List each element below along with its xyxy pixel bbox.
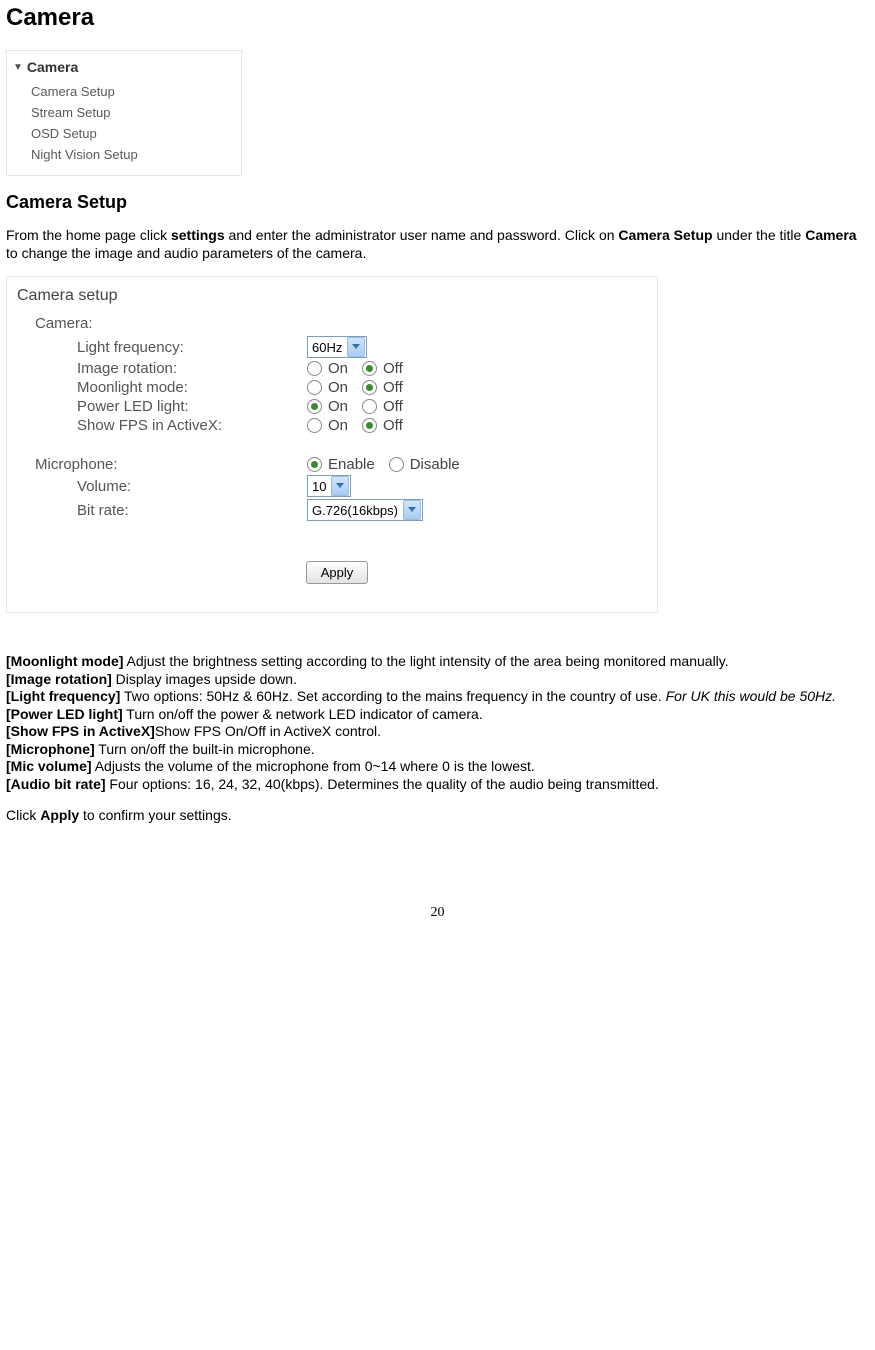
text-bold: [Mic volume]: [6, 758, 92, 774]
label-show-fps: Show FPS in ActiveX:: [17, 417, 307, 434]
triangle-down-icon: ▼: [13, 62, 23, 73]
dropdown-value: G.726(16kbps): [308, 503, 402, 518]
text-bold: [Show FPS in ActiveX]: [6, 723, 155, 739]
section-title: Camera Setup: [6, 192, 869, 213]
text-bold: Camera: [805, 227, 856, 243]
label-bitrate: Bit rate:: [17, 502, 307, 519]
radio-label: Off: [383, 398, 403, 415]
footer-text: Click Apply to confirm your settings.: [6, 807, 869, 825]
text: From the home page click: [6, 227, 171, 243]
radio-label: Off: [383, 360, 403, 377]
label-power-led: Power LED light:: [17, 398, 307, 415]
nav-item: Camera Setup: [13, 81, 241, 102]
text: Adjust the brightness setting according …: [123, 653, 728, 669]
radio-on[interactable]: [307, 418, 322, 433]
nav-item: Stream Setup: [13, 102, 241, 123]
label-moonlight: Moonlight mode:: [17, 379, 307, 396]
radio-off[interactable]: [362, 380, 377, 395]
dropdown-light-frequency[interactable]: 60Hz: [307, 336, 367, 358]
apply-button[interactable]: Apply: [306, 561, 369, 584]
text-bold: Camera Setup: [618, 227, 712, 243]
row-moonlight: Moonlight mode: On Off: [17, 379, 657, 396]
chevron-down-icon: [347, 337, 365, 357]
radio-disable[interactable]: [389, 457, 404, 472]
radio-off[interactable]: [362, 399, 377, 414]
row-power-led: Power LED light: On Off: [17, 398, 657, 415]
nav-header-label: Camera: [27, 59, 78, 75]
text-italic: For UK this would be 50Hz.: [666, 688, 836, 704]
text: to change the image and audio parameters…: [6, 245, 366, 261]
text: Show FPS On/Off in ActiveX control.: [155, 723, 381, 739]
page-number: 20: [6, 905, 869, 921]
row-show-fps: Show FPS in ActiveX: On Off: [17, 417, 657, 434]
chevron-down-icon: [403, 500, 421, 520]
description-block: [Moonlight mode] Adjust the brightness s…: [6, 653, 869, 793]
radio-on[interactable]: [307, 380, 322, 395]
text: Adjusts the volume of the microphone fro…: [92, 758, 535, 774]
dropdown-value: 10: [308, 479, 330, 494]
setup-title: Camera setup: [17, 287, 657, 305]
radio-on[interactable]: [307, 361, 322, 376]
page-title: Camera: [6, 4, 869, 32]
radio-label: Disable: [410, 456, 460, 473]
group-camera-label: Camera:: [35, 315, 657, 332]
chevron-down-icon: [331, 476, 349, 496]
label-volume: Volume:: [17, 478, 307, 495]
text-bold: [Power LED light]: [6, 706, 123, 722]
text: Two options: 50Hz & 60Hz. Set according …: [120, 688, 665, 704]
row-microphone: Microphone: Enable Disable: [17, 456, 657, 473]
radio-off[interactable]: [362, 418, 377, 433]
text: Display images upside down.: [112, 671, 297, 687]
radio-label: On: [328, 360, 348, 377]
intro-paragraph: From the home page click settings and en…: [6, 227, 869, 262]
row-volume: Volume: 10: [17, 475, 657, 497]
dropdown-bitrate[interactable]: G.726(16kbps): [307, 499, 423, 521]
camera-setup-screenshot: Camera setup Camera: Light frequency: 60…: [6, 276, 658, 613]
label-microphone: Microphone:: [17, 456, 307, 473]
radio-on[interactable]: [307, 399, 322, 414]
radio-off[interactable]: [362, 361, 377, 376]
row-bitrate: Bit rate: G.726(16kbps): [17, 499, 657, 521]
label-image-rotation: Image rotation:: [17, 360, 307, 377]
radio-label: On: [328, 398, 348, 415]
radio-label: On: [328, 417, 348, 434]
text-bold: [Light frequency]: [6, 688, 120, 704]
text-bold: [Audio bit rate]: [6, 776, 106, 792]
text: Turn on/off the power & network LED indi…: [123, 706, 483, 722]
text-bold: [Image rotation]: [6, 671, 112, 687]
text: Four options: 16, 24, 32, 40(kbps). Dete…: [106, 776, 659, 792]
row-image-rotation: Image rotation: On Off: [17, 360, 657, 377]
text-bold: [Microphone]: [6, 741, 95, 757]
nav-item: Night Vision Setup: [13, 144, 241, 165]
label-light-frequency: Light frequency:: [17, 339, 307, 356]
radio-label: On: [328, 379, 348, 396]
nav-menu-screenshot: ▼ Camera Camera Setup Stream Setup OSD S…: [6, 50, 242, 176]
text: Click: [6, 807, 40, 823]
text: to confirm your settings.: [79, 807, 232, 823]
nav-item: OSD Setup: [13, 123, 241, 144]
text: and enter the administrator user name an…: [225, 227, 619, 243]
row-light-frequency: Light frequency: 60Hz: [17, 336, 657, 358]
radio-label: Off: [383, 417, 403, 434]
radio-label: Enable: [328, 456, 375, 473]
text-bold: [Moonlight mode]: [6, 653, 123, 669]
text: under the title: [713, 227, 806, 243]
radio-enable[interactable]: [307, 457, 322, 472]
radio-label: Off: [383, 379, 403, 396]
text-bold: Apply: [40, 807, 79, 823]
text-bold: settings: [171, 227, 225, 243]
dropdown-volume[interactable]: 10: [307, 475, 351, 497]
text: Turn on/off the built-in microphone.: [95, 741, 315, 757]
dropdown-value: 60Hz: [308, 340, 346, 355]
nav-header: ▼ Camera: [13, 59, 241, 75]
